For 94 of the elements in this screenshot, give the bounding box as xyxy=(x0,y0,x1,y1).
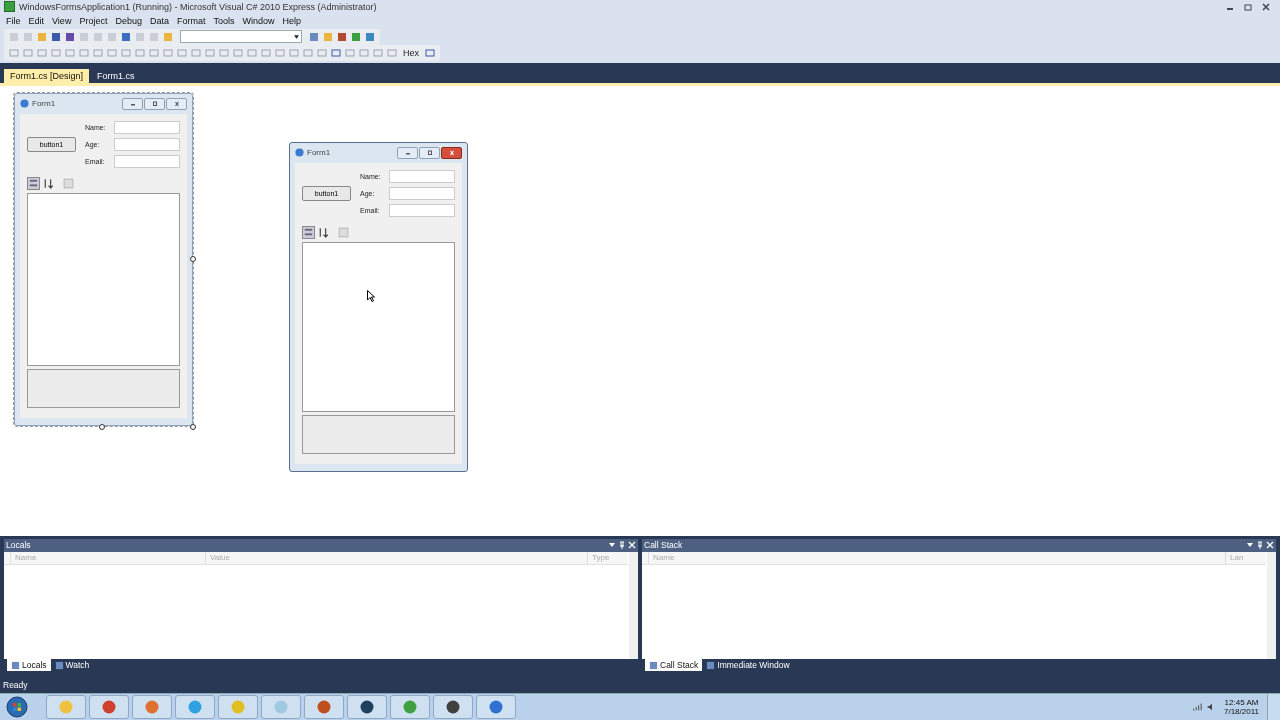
document-tab[interactable]: Form1.cs [Design] xyxy=(4,68,90,83)
form-title: Form1 xyxy=(32,99,57,109)
panel-tab[interactable]: Call Stack xyxy=(645,659,703,672)
menu-item[interactable]: Help xyxy=(278,15,305,26)
menu-item[interactable]: Tools xyxy=(209,15,239,26)
pages-icon[interactable] xyxy=(337,225,350,239)
close-button[interactable] xyxy=(441,146,462,159)
toolbar-icon[interactable] xyxy=(308,30,320,43)
document-tab[interactable]: Form1.cs xyxy=(91,68,141,83)
panel-tab[interactable]: Locals xyxy=(7,659,51,672)
sort-icon[interactable] xyxy=(317,225,330,239)
toolbar-icon[interactable] xyxy=(350,30,362,43)
tab-icon xyxy=(649,660,658,670)
categorized-icon[interactable] xyxy=(302,225,315,239)
resize-handle[interactable] xyxy=(190,423,196,430)
pages-icon[interactable] xyxy=(62,176,75,190)
maximize-button[interactable] xyxy=(144,97,165,110)
menu-item[interactable]: Data xyxy=(145,15,173,26)
toolbar-icon[interactable] xyxy=(50,30,62,43)
menu-item[interactable]: Project xyxy=(75,15,112,26)
panel-title: Locals xyxy=(6,540,32,551)
app-icon xyxy=(144,699,160,715)
close-icon xyxy=(447,149,456,156)
close-icon[interactable] xyxy=(628,541,636,550)
app-icon xyxy=(230,699,246,715)
pin-icon[interactable] xyxy=(618,541,626,550)
status-text: Ready xyxy=(3,680,28,691)
input-field[interactable] xyxy=(389,203,455,217)
app-icon xyxy=(359,699,375,715)
app-icon xyxy=(316,699,332,715)
maximize-icon xyxy=(150,100,159,107)
signal-icon[interactable] xyxy=(1192,702,1202,712)
input-field[interactable] xyxy=(114,137,180,151)
scrollbar[interactable] xyxy=(1267,551,1276,660)
maximize-icon xyxy=(425,149,434,156)
menu-item[interactable]: Format xyxy=(172,15,210,26)
input-field[interactable] xyxy=(114,120,180,134)
clock-time[interactable]: 12:45 AM xyxy=(1224,698,1259,707)
restore-icon[interactable] xyxy=(1242,1,1254,12)
tab-icon xyxy=(11,660,20,670)
categorized-icon[interactable] xyxy=(27,176,40,190)
panel-tab[interactable]: Watch xyxy=(50,659,94,672)
toolbar-icon[interactable] xyxy=(64,30,76,43)
app-icon xyxy=(101,699,117,715)
close-icon xyxy=(172,100,181,107)
show-desktop-button[interactable] xyxy=(1267,694,1280,720)
menu-item[interactable]: Debug xyxy=(111,15,146,26)
mouse-pointer-icon xyxy=(367,289,375,302)
app-icon xyxy=(187,699,203,715)
app-icon xyxy=(488,699,504,715)
input-field[interactable] xyxy=(389,169,455,183)
app-icon xyxy=(273,699,289,715)
taskbar-button[interactable] xyxy=(304,695,344,719)
close-button[interactable] xyxy=(166,97,187,110)
app-icon xyxy=(402,699,418,715)
resize-handle[interactable] xyxy=(99,423,105,430)
pin-icon[interactable] xyxy=(1256,541,1264,550)
close-icon[interactable] xyxy=(1260,1,1272,12)
app-icon xyxy=(4,1,15,13)
app-icon xyxy=(58,699,74,715)
taskbar-button[interactable] xyxy=(347,695,387,719)
hex-button[interactable]: Hex xyxy=(400,47,422,58)
close-icon[interactable] xyxy=(1266,541,1274,550)
caret-icon xyxy=(294,34,299,39)
panel-title: Call Stack xyxy=(644,540,684,551)
start-button[interactable] xyxy=(6,696,28,718)
taskbar-button[interactable] xyxy=(433,695,473,719)
resize-handle[interactable] xyxy=(190,255,196,262)
panel-tab[interactable]: Immediate Window xyxy=(702,659,794,672)
toolbar-icon[interactable] xyxy=(424,46,436,59)
scrollbar[interactable] xyxy=(629,551,638,660)
taskbar-button[interactable] xyxy=(476,695,516,719)
menu-item[interactable]: View xyxy=(48,15,76,26)
menu-item[interactable]: Window xyxy=(238,15,279,26)
input-field[interactable] xyxy=(389,186,455,200)
toolbar-icon[interactable] xyxy=(330,46,342,59)
form-title: Form1 xyxy=(307,148,332,158)
toolbar-icon[interactable] xyxy=(120,30,132,43)
maximize-button[interactable] xyxy=(419,146,440,159)
clock-date[interactable]: 7/18/2011 xyxy=(1224,707,1259,716)
dropdown-field[interactable] xyxy=(180,30,302,44)
globe-icon xyxy=(20,99,29,109)
menu-item[interactable]: File xyxy=(2,15,25,26)
globe-icon xyxy=(295,148,304,158)
menu-item[interactable]: Edit xyxy=(24,15,49,26)
input-field[interactable] xyxy=(114,154,180,168)
sort-icon[interactable] xyxy=(42,176,55,190)
tab-icon xyxy=(54,660,64,670)
toolbar-icon[interactable] xyxy=(336,30,348,43)
taskbar-button[interactable] xyxy=(89,695,129,719)
toolbar-icon[interactable] xyxy=(364,30,376,43)
app-icon xyxy=(445,699,461,715)
tab-icon xyxy=(706,660,716,670)
window-title: WindowsFormsApplication1 (Running) - Microsoft Visual C# 2010 Express (Administrator) xyxy=(19,1,378,12)
